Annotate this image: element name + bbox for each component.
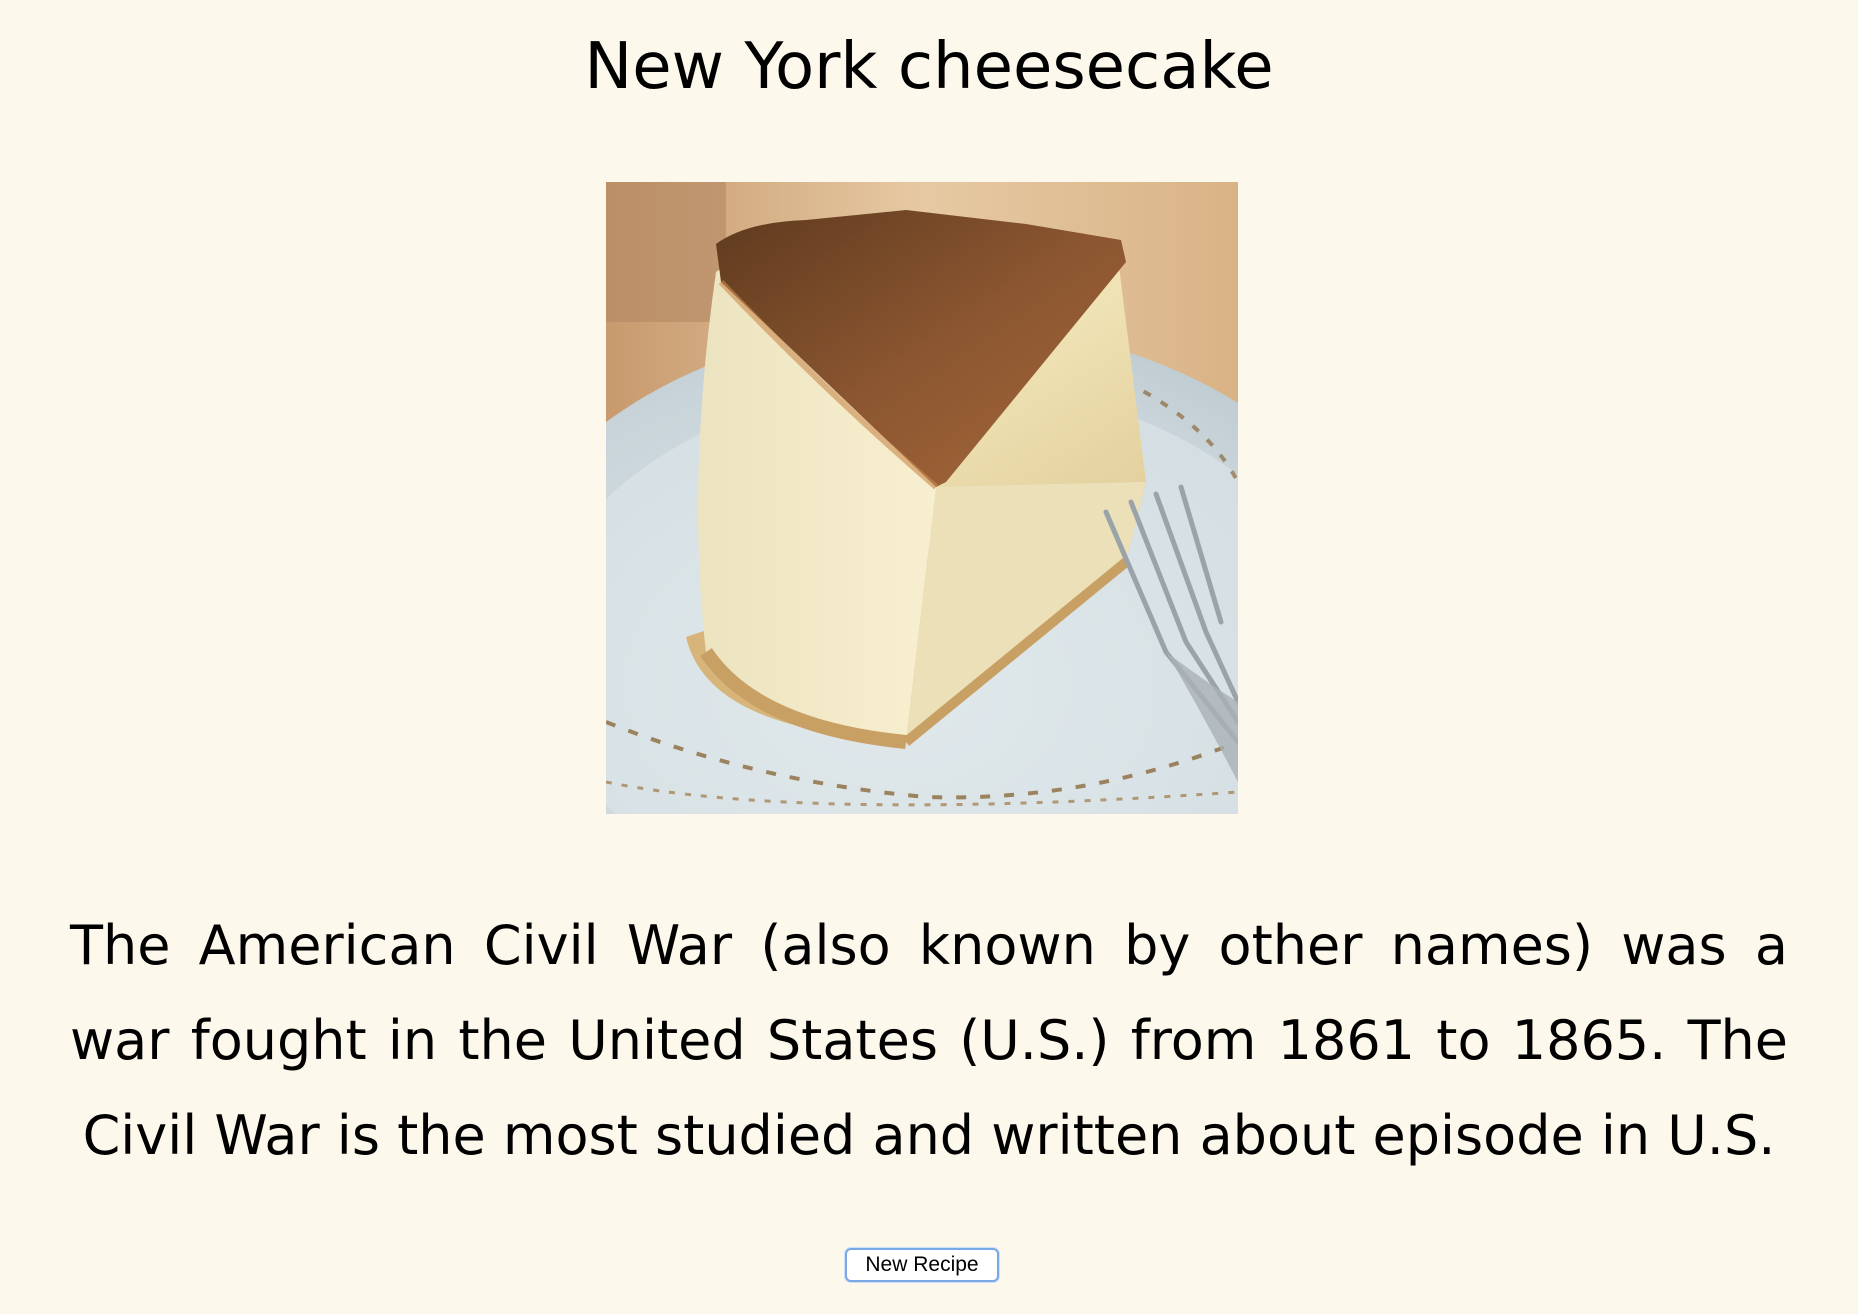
new-recipe-button[interactable]: New Recipe	[845, 1248, 999, 1282]
recipe-image	[606, 182, 1238, 814]
recipe-page: New York cheesecake The American Civil W…	[0, 0, 1858, 1314]
recipe-title: New York cheesecake	[584, 30, 1274, 104]
recipe-description: The American Civil War (also known by ot…	[70, 914, 1788, 1167]
